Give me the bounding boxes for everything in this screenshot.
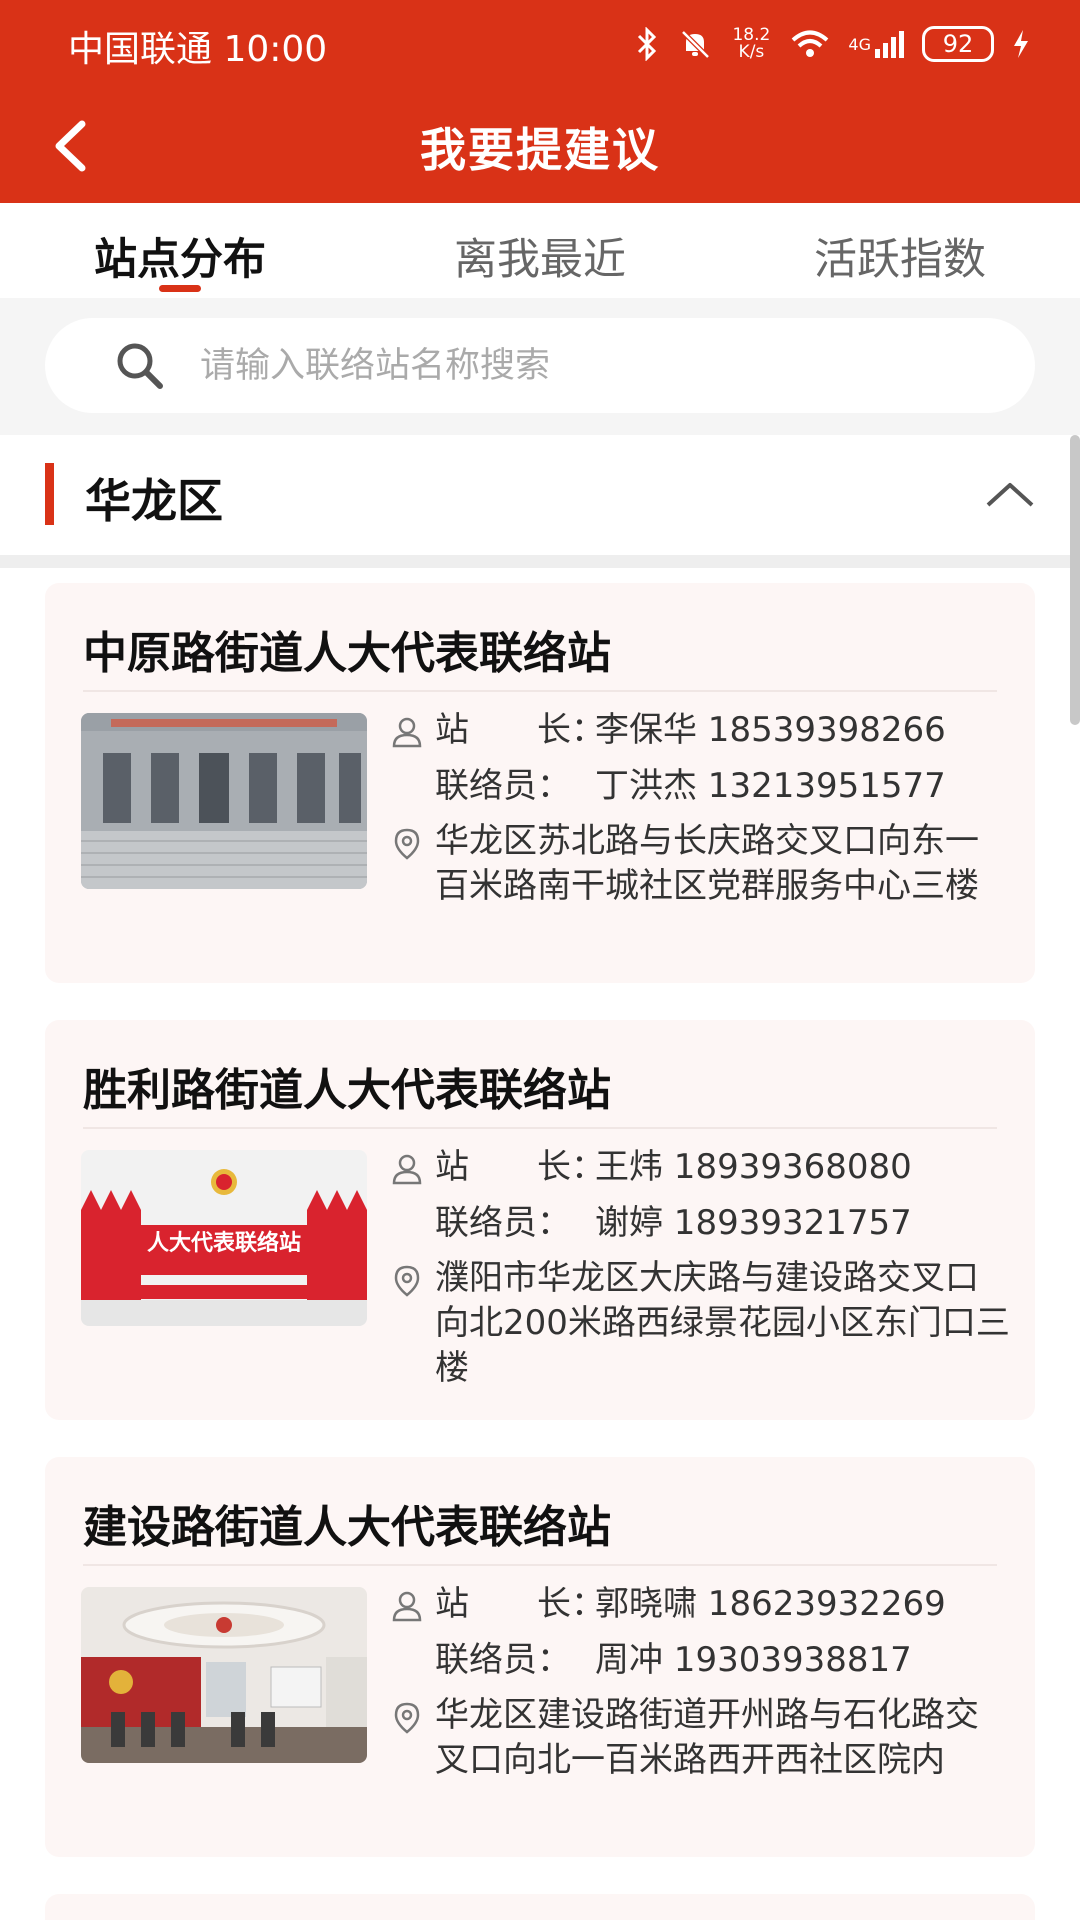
- station-photo: [81, 713, 367, 889]
- contact-value: 丁洪杰 13213951577: [595, 766, 946, 806]
- district-header[interactable]: 华龙区: [0, 435, 1080, 555]
- station-photo: [81, 1587, 367, 1763]
- contact-row: 联络员： 丁洪杰 13213951577: [390, 763, 1010, 809]
- navbar: 我要提建议: [0, 90, 1080, 203]
- contact-row: 联络员： 谢婷 18939321757: [390, 1200, 1010, 1246]
- tab-label: 离我最近: [454, 235, 626, 285]
- mute-bell-icon: [678, 27, 712, 61]
- director-row: 站 长：郭晓啸 18623932269: [390, 1581, 1010, 1627]
- director-row: 站 长：王炜 18939368080: [390, 1144, 1010, 1190]
- card-divider: [83, 1564, 997, 1566]
- station-card[interactable]: 胜利路街道人大代表联络站 人大代表联络站 站 长：王炜 18939368080: [45, 1020, 1035, 1420]
- tab-activity-index[interactable]: 活跃指数: [720, 203, 1080, 298]
- charging-icon: [1012, 29, 1030, 59]
- director-row: 站 长：李保华 18539398266: [390, 707, 1010, 753]
- station-card[interactable]: 中原路街道人大代表联络站 站 长：李保华 18539398266 联络员： 丁洪…: [45, 583, 1035, 983]
- station-photo: 人大代表联络站: [81, 1150, 367, 1326]
- address-value: 濮阳市华龙区大庆路与建设路交叉口向北200米路西绿景花园小区东门口三楼: [435, 1258, 1010, 1388]
- director-value: 王炜 18939368080: [595, 1147, 912, 1187]
- carrier-time: 中国联通 10:00: [68, 29, 328, 70]
- address-row: 华龙区建设路街道开州路与石化路交叉口向北一百米路西开西社区院内: [390, 1693, 1010, 1783]
- location-pin-icon: [394, 1265, 420, 1297]
- search-input[interactable]: [200, 345, 960, 386]
- director-label: 站 长：: [435, 1584, 605, 1624]
- person-icon: [392, 1591, 422, 1622]
- contact-label: 联络员：: [435, 1203, 571, 1243]
- photo-sign-text: 人大代表联络站: [147, 1230, 301, 1256]
- card-divider: [83, 690, 997, 692]
- tab-nearest[interactable]: 离我最近: [360, 203, 720, 298]
- station-info: 站 长：王炜 18939368080 联络员： 谢婷 18939321757 濮阳…: [390, 1144, 1010, 1401]
- tab-label: 活跃指数: [814, 235, 986, 285]
- district-accent-bar: [45, 463, 54, 525]
- wifi-icon: [790, 28, 830, 60]
- station-info: 站 长：李保华 18539398266 联络员： 丁洪杰 13213951577 …: [390, 707, 1010, 919]
- address-row: 濮阳市华龙区大庆路与建设路交叉口向北200米路西绿景花园小区东门口三楼: [390, 1256, 1010, 1391]
- address-value: 华龙区建设路街道开州路与石化路交叉口向北一百米路西开西社区院内: [435, 1695, 979, 1780]
- page-title: 我要提建议: [420, 123, 660, 177]
- contact-value: 周冲 19303938817: [595, 1640, 912, 1680]
- contact-row: 联络员： 周冲 19303938817: [390, 1637, 1010, 1683]
- address-value: 华龙区苏北路与长庆路交叉口向东一百米路南干城社区党群服务中心三楼: [435, 821, 979, 906]
- address-row: 华龙区苏北路与长庆路交叉口向东一百米路南干城社区党群服务中心三楼: [390, 819, 1010, 909]
- location-pin-icon: [394, 828, 420, 860]
- active-tab-indicator: [159, 285, 201, 292]
- district-name: 华龙区: [85, 474, 223, 528]
- search-icon: [117, 343, 163, 389]
- card-divider: [83, 1127, 997, 1129]
- tab-bar: 站点分布 离我最近 活跃指数: [0, 203, 1080, 298]
- station-name: 建设路街道人大代表联络站: [83, 1502, 611, 1553]
- station-name: 中原路街道人大代表联络站: [83, 628, 611, 679]
- bluetooth-icon: [634, 27, 660, 61]
- status-icons: 18.2 K/s 4G 92: [634, 22, 1030, 66]
- station-list: 中原路街道人大代表联络站 站 长：李保华 18539398266 联络员： 丁洪…: [0, 568, 1080, 1920]
- station-card[interactable]: [45, 1894, 1035, 1920]
- status-bar: 中国联通 10:00 18.2 K/s 4G 92: [0, 0, 1080, 90]
- chevron-up-icon[interactable]: [980, 465, 1040, 525]
- scrollbar[interactable]: [1070, 435, 1080, 725]
- app-header: 中国联通 10:00 18.2 K/s 4G 92 我要提建议: [0, 0, 1080, 203]
- contact-label: 联络员：: [435, 1640, 571, 1680]
- contact-label: 联络员：: [435, 766, 571, 806]
- net-speed: 18.2 K/s: [732, 25, 771, 62]
- director-value: 郭晓啸 18623932269: [595, 1584, 946, 1624]
- tab-site-distribution[interactable]: 站点分布: [0, 203, 360, 298]
- search-area: [0, 298, 1080, 435]
- station-name: 胜利路街道人大代表联络站: [83, 1065, 611, 1116]
- station-card[interactable]: 建设路街道人大代表联络站 站 长：郭晓啸 18623932269 联络员： 周冲…: [45, 1457, 1035, 1857]
- search-box[interactable]: [45, 318, 1035, 413]
- person-icon: [392, 1154, 422, 1185]
- director-label: 站 长：: [435, 710, 605, 750]
- director-label: 站 长：: [435, 1147, 605, 1187]
- section-divider: [0, 555, 1080, 568]
- contact-value: 谢婷 18939321757: [595, 1203, 912, 1243]
- station-info: 站 长：郭晓啸 18623932269 联络员： 周冲 19303938817 华…: [390, 1581, 1010, 1793]
- director-value: 李保华 18539398266: [595, 710, 946, 750]
- location-pin-icon: [394, 1702, 420, 1734]
- signal-icon: 4G: [848, 29, 904, 59]
- person-icon: [392, 717, 422, 748]
- tab-label: 站点分布: [94, 235, 266, 285]
- battery-icon: 92: [922, 26, 994, 62]
